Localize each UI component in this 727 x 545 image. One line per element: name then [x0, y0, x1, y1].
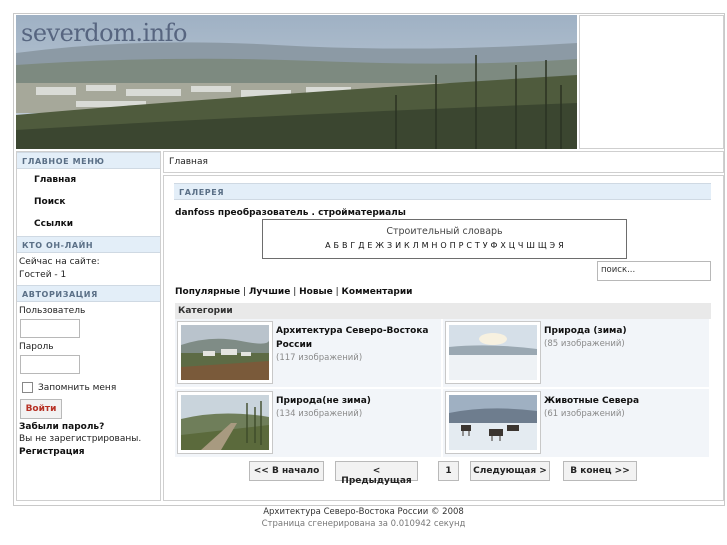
username-label: Пользователь: [19, 306, 86, 316]
remember-me-label: Запомнить меня: [38, 382, 117, 393]
category-thumbnail[interactable]: [177, 321, 273, 384]
username-field[interactable]: [20, 319, 80, 338]
header-banner: severdom.info: [16, 15, 577, 149]
dictionary-title[interactable]: Строительный словарь: [263, 220, 626, 237]
password-label: Пароль: [19, 342, 54, 352]
dictionary-alphabet[interactable]: А Б В Г Д Е Ж З И К Л М Н О П Р С Т У Ф …: [263, 237, 626, 250]
gallery-title: ГАЛЕРЕЯ: [174, 183, 711, 200]
construction-dictionary-box: Строительный словарь А Б В Г Д Е Ж З И К…: [262, 219, 627, 259]
category-count: (85 изображений): [544, 339, 625, 349]
gallery-search-input[interactable]: поиск...: [597, 261, 711, 281]
category-name[interactable]: Природа(не зима): [276, 394, 436, 408]
guests-count: Гостей - 1: [19, 270, 67, 280]
pager-page-1[interactable]: 1: [438, 461, 459, 481]
category-card[interactable]: Природа (зима) (85 изображений): [443, 319, 709, 387]
related-links-text[interactable]: danfoss преобразователь . стройматериалы: [164, 200, 723, 218]
remember-me-row[interactable]: Запомнить меня: [17, 374, 160, 393]
filter-best[interactable]: Лучшие: [249, 287, 291, 297]
category-count: (117 изображений): [276, 353, 363, 363]
footer-generated-time: Страница сгенерирована за 0.010942 секун…: [261, 519, 466, 529]
category-card[interactable]: Архитектура Северо-Востока России (117 и…: [175, 319, 441, 387]
online-now-label: Сейчас на сайте:: [19, 257, 100, 267]
category-thumbnail[interactable]: [177, 391, 273, 454]
filter-separator: |: [332, 287, 342, 297]
breadcrumb[interactable]: Главная: [163, 151, 724, 173]
pager-prev-button[interactable]: < Предыдущая: [335, 461, 418, 486]
category-count: (134 изображений): [276, 409, 363, 419]
remember-me-checkbox[interactable]: [22, 382, 33, 393]
auth-title: АВТОРИЗАЦИЯ: [17, 285, 160, 302]
gallery-filters: Популярные | Лучшие | Новые | Комментари…: [175, 287, 412, 297]
winter-photo-icon: [449, 325, 537, 380]
category-card[interactable]: Природа(не зима) (134 изображений): [175, 389, 441, 457]
register-link[interactable]: Регистрация: [17, 446, 160, 457]
category-name[interactable]: Архитектура Северо-Востока России: [276, 324, 436, 352]
menu-item-search[interactable]: Поиск: [17, 191, 160, 213]
category-thumbnail[interactable]: [445, 321, 541, 384]
pager-last-button[interactable]: В конец >>: [563, 461, 637, 481]
gallery-panel: ГАЛЕРЕЯ danfoss преобразователь . стройм…: [163, 175, 724, 501]
category-name[interactable]: Природа (зима): [544, 324, 704, 338]
who-online-title: КТО ОН-ЛАЙН: [17, 236, 160, 253]
pager-next-button[interactable]: Следующая >: [470, 461, 550, 481]
filter-separator: |: [290, 287, 300, 297]
site-logo: severdom.info: [21, 19, 187, 47]
filter-separator: |: [240, 287, 249, 297]
category-card[interactable]: Животные Севера (61 изображений): [443, 389, 709, 457]
town-photo-icon: [181, 325, 269, 380]
filter-comments[interactable]: Комментарии: [342, 287, 413, 297]
menu-item-home[interactable]: Главная: [17, 169, 160, 191]
footer-copyright: Архитектура Северо-Востока России © 2008: [263, 507, 464, 517]
reindeer-photo-icon: [449, 395, 537, 450]
category-thumbnail[interactable]: [445, 391, 541, 454]
login-button[interactable]: Войти: [20, 399, 62, 419]
category-name[interactable]: Животные Севера: [544, 394, 704, 408]
left-sidebar: ГЛАВНОЕ МЕНЮ Главная Поиск Ссылки КТО ОН…: [16, 151, 161, 501]
forgot-password-link[interactable]: Забыли пароль?: [17, 419, 160, 432]
categories-header: Категории: [175, 303, 711, 319]
menu-item-links[interactable]: Ссылки: [17, 213, 160, 235]
category-count: (61 изображений): [544, 409, 625, 419]
not-registered-text: Вы не зарегистрированы.: [19, 434, 142, 444]
forest-road-photo-icon: [181, 395, 269, 450]
header-ad-box: [579, 15, 724, 149]
password-field[interactable]: [20, 355, 80, 374]
filter-new[interactable]: Новые: [299, 287, 333, 297]
main-menu-title: ГЛАВНОЕ МЕНЮ: [17, 152, 160, 169]
pager-first-button[interactable]: << В начало: [249, 461, 324, 481]
filter-popular[interactable]: Популярные: [175, 287, 240, 297]
